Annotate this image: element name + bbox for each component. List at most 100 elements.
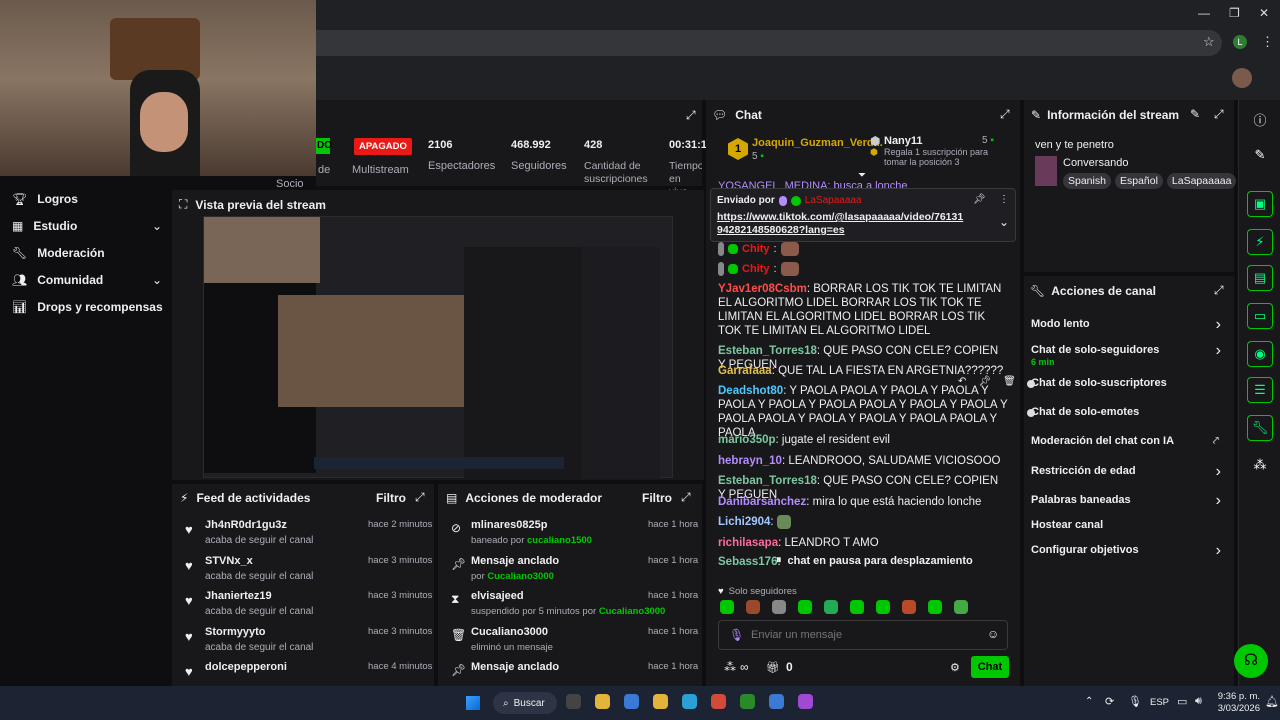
volume-icon[interactable]: 🔊︎ (1195, 695, 1202, 708)
list-item[interactable]: ♥ Stormyyyto acaba de seguir el canal ha… (172, 623, 434, 657)
windows-start-icon[interactable] (466, 696, 480, 710)
sync-icon[interactable]: ⟳ (1105, 695, 1114, 708)
channel-action-item[interactable]: Modo lento › (1031, 316, 1227, 338)
sidebar-item-moderacion[interactable]: 🔧︎ Moderación (12, 246, 105, 260)
wrench-icon[interactable]: 🔧︎ (1247, 415, 1273, 441)
expand-icon[interactable]: ⤢ (1214, 107, 1224, 122)
points-counter[interactable]: 🎁︎ 0 (766, 660, 793, 674)
chevron-down-icon[interactable]: ⌄ (999, 215, 1009, 229)
chat-username[interactable]: Sebass176 (718, 556, 777, 568)
copilot-icon[interactable] (798, 694, 813, 709)
emote-image[interactable] (928, 600, 942, 614)
dots-icon[interactable]: ⁂ (1247, 452, 1273, 478)
activity-filter-button[interactable]: Filtro (376, 491, 406, 505)
chrome-icon[interactable] (595, 694, 610, 709)
app-icon[interactable] (624, 694, 639, 709)
list-icon[interactable]: ▤ (1247, 265, 1273, 291)
maximize-icon[interactable]: ❐ (1229, 6, 1240, 20)
chat-username[interactable]: Esteban_Torres18 (718, 345, 817, 357)
mic-icon[interactable]: 🎙︎ (1128, 695, 1142, 708)
leader-2-name[interactable]: Nany11 (884, 135, 923, 147)
send-chat-button[interactable]: Chat (971, 656, 1009, 678)
channel-action-item[interactable]: Palabras baneadas › (1031, 492, 1227, 514)
chat-username[interactable]: richilasapa (718, 537, 778, 549)
pencil-icon[interactable]: ✎ (1247, 142, 1273, 168)
channel-action-item[interactable]: Restricción de edad › (1031, 463, 1227, 485)
broadcast-icon[interactable]: ◉ (1247, 341, 1273, 367)
tag[interactable]: Español (1114, 173, 1163, 189)
chat-bubble-icon[interactable]: ▭ (1247, 303, 1273, 329)
channel-action-item[interactable]: Configurar objetivos › (1031, 542, 1227, 564)
chat-username[interactable]: Deadshot80 (718, 385, 783, 397)
expand-icon[interactable]: ⤢ (1214, 283, 1224, 298)
mod-filter-button[interactable]: Filtro (642, 491, 672, 505)
chat-input[interactable] (751, 627, 971, 643)
layers-icon[interactable]: ☰ (1247, 377, 1273, 403)
mic-icon[interactable]: 🎙︎ (729, 628, 744, 642)
tray-chevron-icon[interactable]: ⌃ (1085, 696, 1093, 707)
emoji-icon[interactable]: ☺ (987, 627, 999, 641)
explorer-icon[interactable] (653, 694, 668, 709)
bolt-icon[interactable]: ⚡︎ (1247, 229, 1273, 255)
list-item[interactable]: ⧗ elvisajeed suspendido por 5 minutos po… (438, 587, 702, 621)
expand-icon[interactable]: ⤢ (686, 108, 696, 123)
sidebar-item-drops[interactable]: 📊︎ Drops y recompensas (12, 300, 163, 314)
list-item[interactable]: ♥ Jh4nR0dr1gu3z acaba de seguir el canal… (172, 516, 434, 550)
chat-username[interactable]: Esteban_Torres18 (718, 475, 817, 487)
emote-image[interactable] (954, 600, 968, 614)
chat-username[interactable]: hebrayn_10 (718, 455, 782, 467)
pinned-message[interactable]: Enviado por LaSapaaaaa 📌︎ ⋮ https://www.… (710, 188, 1016, 242)
channel-action-item[interactable]: Moderación del chat con IA ⤤ (1031, 435, 1227, 455)
chrome-icon[interactable] (711, 694, 726, 709)
tag[interactable]: Spanish (1063, 173, 1111, 189)
emote-image[interactable] (720, 600, 734, 614)
emote-image[interactable] (798, 600, 812, 614)
pinned-link[interactable]: https://www.tiktok.com/@lasapaaaaa/video… (717, 211, 967, 237)
sidebar-item-estudio[interactable]: ▦ Estudio ⌄ (12, 219, 162, 233)
chat-username[interactable]: Danibarsanchez (718, 496, 806, 508)
xbox-icon[interactable] (740, 694, 755, 709)
list-item[interactable]: ⊘ mlinares0825p baneado por cucaliano150… (438, 516, 702, 550)
browser-menu-icon[interactable]: ⋮ (1261, 34, 1274, 50)
chat-username[interactable]: mario350p (718, 434, 776, 446)
more-icon[interactable]: ⋮ (999, 194, 1009, 205)
chat-username[interactable]: Lichi2904 (718, 516, 770, 528)
emote-image[interactable] (902, 600, 916, 614)
expand-icon[interactable]: ⤢ (681, 490, 691, 505)
stream-category[interactable]: Conversando (1063, 157, 1128, 169)
list-item[interactable]: ♥ STVNx_x acaba de seguir el canal hace … (172, 552, 434, 586)
channel-points[interactable]: ⁂ ∞ (724, 660, 749, 674)
sidebar-item-logros[interactable]: 🏆︎ Logros (12, 192, 78, 206)
chat-input-box[interactable]: 🎙︎ ☺ (718, 620, 1008, 650)
leader-1-name[interactable]: Joaquin_Guzman_Verd... (752, 137, 883, 149)
settings-gear-icon[interactable]: ⚙ (950, 661, 960, 674)
profile-avatar[interactable]: L (1233, 35, 1247, 49)
obs-icon[interactable] (566, 694, 581, 709)
clock[interactable]: 9:36 p. m. 3/03/2026 (1210, 691, 1260, 715)
help-headset-icon[interactable]: ☊ (1234, 644, 1268, 678)
channel-action-item[interactable]: Chat de solo-suscriptores (1031, 377, 1227, 397)
emote-image[interactable] (746, 600, 760, 614)
user-avatar[interactable] (1232, 68, 1252, 88)
emote-image[interactable] (850, 600, 864, 614)
address-bar[interactable] (316, 30, 1222, 56)
photos-icon[interactable] (769, 694, 784, 709)
stream-preview-video[interactable] (203, 216, 673, 479)
chat-username[interactable]: YJav1er08Csbm (718, 283, 807, 295)
network-icon[interactable]: ▭ (1177, 695, 1187, 708)
edge-icon[interactable] (682, 694, 697, 709)
info-icon[interactable]: ⓘ (1247, 106, 1273, 132)
emote-image[interactable] (772, 600, 786, 614)
bookmark-star-icon[interactable]: ☆ (1203, 34, 1215, 50)
channel-action-item[interactable]: Chat de solo-emotes (1031, 406, 1227, 426)
emote-image[interactable] (876, 600, 890, 614)
category-thumbnail[interactable] (1035, 156, 1057, 186)
list-item[interactable]: ♥ Jhaniertez19 acaba de seguir el canal … (172, 587, 434, 621)
sidebar-item-comunidad[interactable]: 👥︎ Comunidad ⌄ (12, 273, 162, 287)
language-indicator[interactable]: ESP (1150, 697, 1169, 708)
taskbar-search[interactable]: ⌕ Buscar (493, 692, 557, 714)
camera-icon[interactable]: ▣ (1247, 191, 1273, 217)
list-item[interactable]: 📌︎ Mensaje anclado por Cucaliano3000 hac… (438, 552, 702, 586)
minimize-icon[interactable]: — (1198, 6, 1210, 20)
emote-image[interactable] (824, 600, 838, 614)
